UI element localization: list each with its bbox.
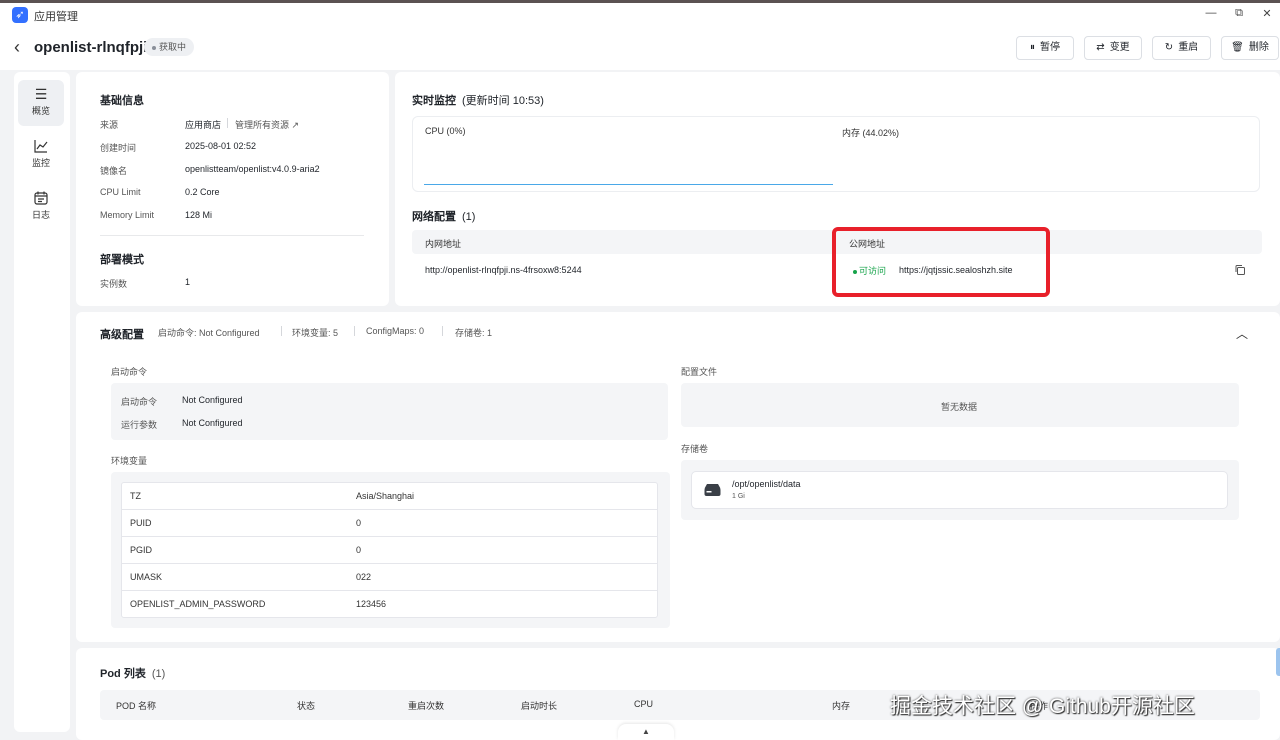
memory-column: 内存: [832, 701, 851, 711]
created-label: 创建时间: [100, 143, 137, 153]
start-cmd-meta: 启动命令: Not Configured: [158, 328, 260, 338]
empty-state-text: 暂无数据: [941, 402, 978, 412]
args-label: 运行参数: [121, 420, 158, 430]
server-icon: ☰: [34, 86, 48, 102]
pod-name-column: POD 名称: [116, 701, 157, 711]
table-row: OPENLIST_ADMIN_PASSWORD 123456: [130, 599, 387, 609]
app-name-title: openlist-rlnqfpji: [34, 39, 148, 56]
scroll-up-tab[interactable]: ▲: [618, 724, 674, 740]
start-command-section-title: 启动命令: [111, 367, 148, 377]
pod-list-title: Pod 列表 (1): [100, 668, 166, 680]
volume-path: /opt/openlist/data: [732, 479, 801, 489]
table-row: UMASK 022: [122, 564, 657, 591]
side-edge-tab[interactable]: [1276, 648, 1280, 676]
storage-meta: 存储卷: 1: [455, 328, 493, 338]
hard-drive-icon: [704, 483, 721, 502]
volume-card[interactable]: /opt/openlist/data 1 Gi: [691, 471, 1228, 509]
network-config-title: 网络配置 (1): [412, 211, 476, 223]
basic-info-title: 基础信息: [100, 95, 144, 107]
monitor-chart-box: [412, 116, 1260, 192]
window-titlebar: ➶ 应用管理 — ⧉ ✕: [0, 0, 1280, 28]
status-column: 状态: [297, 701, 316, 711]
chevron-up-icon: ▲: [642, 727, 650, 736]
env-vars-table: TZ Asia/Shanghai PUID 0 PGID 0 UMASK 022 OPE…: [121, 482, 658, 618]
env-vars-section-title: 环境变量: [111, 456, 148, 466]
deploy-mode-title: 部署模式: [100, 254, 144, 266]
divider: [281, 326, 282, 336]
swap-icon: ⇄: [1096, 42, 1105, 53]
divider: [227, 118, 228, 128]
instances-label: 实例数: [100, 279, 128, 289]
memory-limit-label: Memory Limit: [100, 210, 155, 220]
table-row: PGID 0: [122, 537, 657, 564]
restart-icon: ↻: [1164, 42, 1174, 53]
highlight-annotation-box: [832, 227, 1050, 297]
args-value: Not Configured: [182, 418, 243, 428]
volume-size: 1 Gi: [732, 493, 745, 500]
copy-icon[interactable]: [1234, 264, 1246, 276]
delete-button[interactable]: 🗑 删除: [1221, 36, 1279, 60]
env-count-meta: 环境变量: 5: [292, 328, 339, 338]
start-command-box: [111, 383, 668, 440]
source-value: 应用商店: [185, 120, 222, 130]
cpu-limit-value: 0.2 Core: [185, 187, 220, 197]
created-value: 2025-08-01 02:52: [185, 141, 257, 151]
internal-address-header: 内网地址: [425, 239, 462, 249]
trash-icon: 🗑: [1231, 42, 1244, 53]
source-label: 来源: [100, 120, 119, 130]
nav-logs[interactable]: 日志: [18, 184, 64, 230]
memory-limit-value: 128 Mi: [185, 210, 213, 220]
cpu-usage-label: CPU (0%): [425, 126, 466, 136]
minimize-icon[interactable]: —: [1203, 7, 1219, 19]
nav-monitor[interactable]: 监控: [18, 132, 64, 178]
change-button[interactable]: ⇄ 变更: [1084, 36, 1142, 60]
command-value: Not Configured: [182, 395, 243, 405]
nav-overview[interactable]: ☰ 概览: [18, 80, 64, 126]
internal-address-value: http://openlist-rlnqfpji.ns-4frsoxw8:524…: [425, 265, 582, 275]
config-files-section-title: 配置文件: [681, 367, 718, 377]
restart-button[interactable]: ↻ 重启: [1152, 36, 1211, 60]
divider: [354, 326, 355, 336]
rocket-icon: ➶: [12, 7, 28, 23]
app-header: ‹ openlist-rlnqfpji 获取中 ⏸ 暂停 ⇄ 变更 ↻ 重启 🗑 删除: [0, 28, 1280, 70]
status-dot-icon: [152, 45, 156, 50]
restarts-column: 重启次数: [408, 701, 445, 711]
storage-section-title: 存储卷: [681, 444, 709, 454]
cpu-usage-line: [424, 184, 833, 185]
table-row: TZ Asia/Shanghai: [122, 483, 657, 510]
realtime-monitor-title: 实时监控 (更新时间 10:53): [412, 95, 544, 107]
image-value: openlistteam/openlist:v4.0.9-aria2: [185, 164, 320, 174]
cpu-column: CPU: [634, 699, 654, 709]
chevron-up-icon[interactable]: ︿: [1236, 325, 1248, 342]
chart-line-icon: [33, 138, 49, 154]
image-label: 镜像名: [100, 166, 128, 176]
maximize-icon[interactable]: ⧉: [1231, 7, 1247, 20]
manage-resources-link[interactable]: 管理所有资源 ↗: [235, 118, 299, 131]
calendar-log-icon: [33, 190, 49, 206]
divider: [100, 235, 364, 236]
configmaps-meta: ConfigMaps: 0: [366, 326, 425, 336]
instances-value: 1: [185, 277, 191, 287]
memory-usage-label: 内存 (44.02%): [842, 128, 900, 138]
divider: [442, 326, 443, 336]
pause-icon: ⏸: [1030, 42, 1035, 53]
back-arrow-icon[interactable]: ‹: [14, 38, 20, 56]
command-label: 启动命令: [121, 397, 158, 407]
watermark-text: 掘金技术社区 @ Github开源社区: [890, 695, 1195, 718]
table-row: PUID 0: [122, 510, 657, 537]
close-icon[interactable]: ✕: [1259, 7, 1275, 20]
status-badge: 获取中: [144, 38, 195, 56]
side-nav: ☰ 概览 监控 日志: [14, 72, 70, 732]
uptime-column: 启动时长: [521, 701, 558, 711]
advanced-config-title: 高级配置: [100, 329, 144, 341]
window-title: 应用管理: [34, 11, 78, 23]
cpu-limit-label: CPU Limit: [100, 187, 141, 197]
pause-button[interactable]: ⏸ 暂停: [1016, 36, 1074, 60]
